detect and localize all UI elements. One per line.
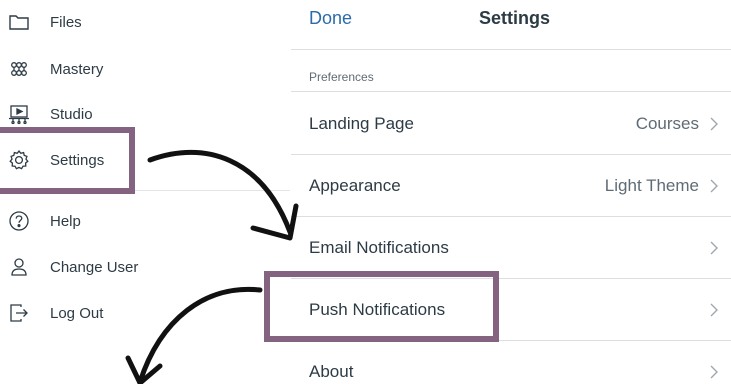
settings-row-appearance[interactable]: Appearance Light Theme <box>291 155 731 217</box>
mastery-icon <box>8 58 30 80</box>
nav-item-label: Studio <box>50 105 93 123</box>
folder-icon <box>8 11 30 33</box>
row-label: Email Notifications <box>309 237 449 257</box>
nav-item-help[interactable]: Help <box>0 199 290 243</box>
chevron-right-icon <box>710 179 718 192</box>
settings-panel: Done Settings Preferences Landing Page C… <box>291 0 731 384</box>
chevron-right-icon <box>710 241 718 254</box>
nav-item-mastery[interactable]: Mastery <box>0 47 290 91</box>
nav-item-label: Settings <box>50 151 105 169</box>
settings-header: Done Settings <box>291 0 731 50</box>
studio-icon <box>8 103 30 125</box>
chevron-right-icon <box>710 303 718 316</box>
nav-item-label: Log Out <box>50 304 104 322</box>
nav-item-label: Help <box>50 212 81 230</box>
chevron-right-icon <box>710 365 718 378</box>
log-out-icon <box>8 302 30 324</box>
row-label: About <box>309 361 354 381</box>
row-label: Push Notifications <box>309 299 446 319</box>
section-label: Preferences <box>309 70 374 84</box>
settings-row-push-notifications[interactable]: Push Notifications <box>291 279 731 341</box>
nav-item-label: Files <box>50 13 82 31</box>
nav-item-change-user[interactable]: Change User <box>0 245 290 289</box>
page-title: Settings <box>479 8 551 28</box>
chevron-right-icon <box>710 117 718 130</box>
row-label: Appearance <box>309 175 401 195</box>
nav-item-label: Change User <box>50 258 139 276</box>
done-button[interactable]: Done <box>309 8 352 29</box>
settings-row-landing-page[interactable]: Landing Page Courses <box>291 93 731 155</box>
row-label: Landing Page <box>309 113 414 133</box>
nav-divider <box>0 190 290 191</box>
nav-item-settings[interactable]: Settings <box>0 138 290 182</box>
nav-item-label: Mastery <box>50 60 104 78</box>
section-header: Preferences <box>291 50 731 92</box>
help-icon <box>8 210 30 232</box>
settings-row-about[interactable]: About <box>291 341 731 384</box>
gear-icon <box>8 149 30 171</box>
change-user-icon <box>8 256 30 278</box>
settings-row-email-notifications[interactable]: Email Notifications <box>291 217 731 279</box>
row-value: Courses <box>635 113 699 133</box>
nav-item-files[interactable]: Files <box>0 0 290 44</box>
row-value: Light Theme <box>604 175 699 195</box>
nav-item-log-out[interactable]: Log Out <box>0 291 290 335</box>
navigation-menu: Files Mastery Studio Settings Help Chang… <box>0 0 290 384</box>
nav-item-studio[interactable]: Studio <box>0 92 290 136</box>
